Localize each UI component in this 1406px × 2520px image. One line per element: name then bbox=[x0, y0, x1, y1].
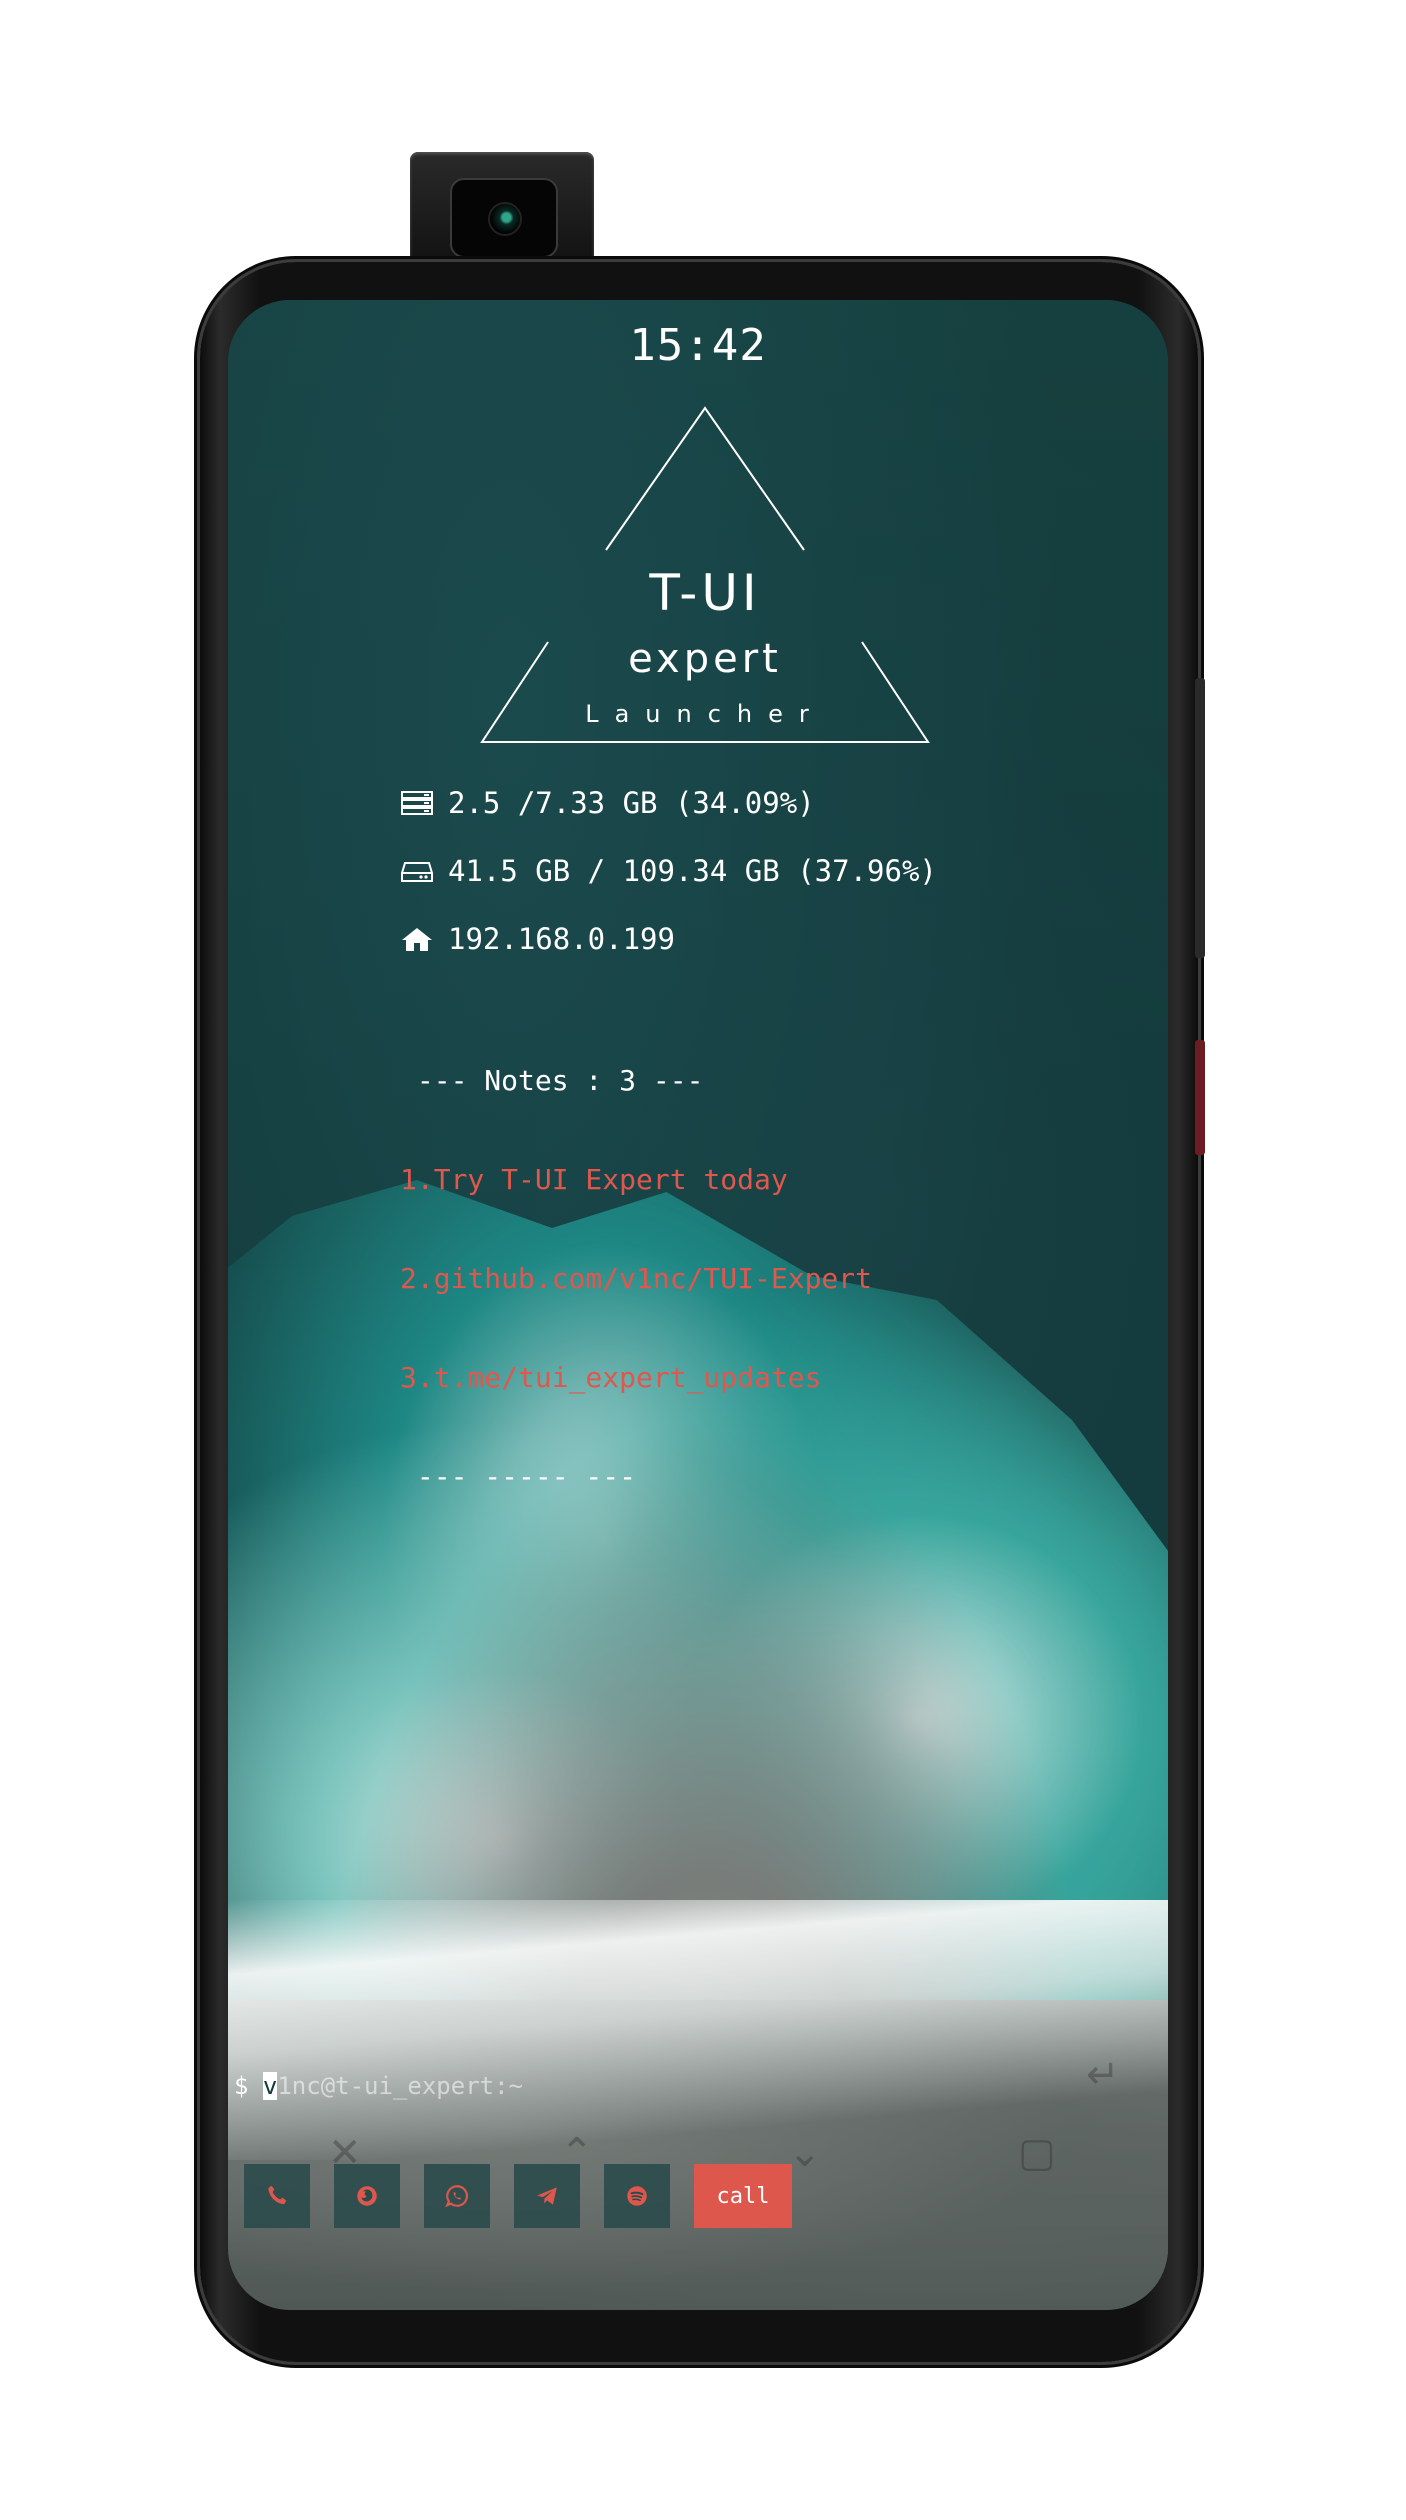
storage-usage-row: 41.5 GB / 109.34 GB (37.96%) bbox=[400, 854, 937, 888]
enter-icon[interactable]: ↵ bbox=[1086, 2052, 1120, 2098]
square-icon[interactable]: ▢ bbox=[1018, 2130, 1056, 2176]
spotify-icon bbox=[627, 2186, 647, 2206]
storage-usage-text: 41.5 GB / 109.34 GB (37.96%) bbox=[448, 854, 937, 888]
firefox-icon bbox=[357, 2186, 377, 2206]
telegram-icon bbox=[537, 2187, 557, 2205]
camera-lens-icon bbox=[488, 202, 522, 236]
note-item[interactable]: 2.github.com/v1nc/TUI-Expert bbox=[400, 1262, 872, 1295]
notes-header: --- Notes : 3 --- bbox=[400, 1064, 704, 1097]
power-button bbox=[1195, 1040, 1205, 1155]
ip-address-row: 192.168.0.199 bbox=[400, 922, 675, 956]
launcher-logo: T-UI expert Launcher bbox=[478, 404, 932, 746]
notes-footer: --- ----- --- bbox=[400, 1460, 637, 1493]
dock-button-whatsapp[interactable] bbox=[424, 2164, 490, 2228]
dock-button-firefox[interactable] bbox=[334, 2164, 400, 2228]
terminal-input[interactable]: $ v1nc@t-ui_expert:~ bbox=[234, 2072, 523, 2100]
call-button[interactable]: call bbox=[694, 2164, 792, 2228]
ip-address-text: 192.168.0.199 bbox=[448, 922, 675, 956]
logo-title: T-UI bbox=[649, 564, 761, 622]
dock-button-phone[interactable] bbox=[244, 2164, 310, 2228]
notes-panel: --- Notes : 3 --- 1.Try T-UI Expert toda… bbox=[400, 998, 872, 1559]
logo-caption: Launcher bbox=[585, 700, 825, 728]
volume-button bbox=[1195, 678, 1205, 958]
phone-screen: 15:42 T-UI expert Launcher 2.5 /7.33 GB … bbox=[228, 300, 1168, 2310]
memory-icon bbox=[400, 789, 434, 817]
home-icon bbox=[400, 925, 434, 953]
status-clock: 15:42 bbox=[629, 320, 767, 371]
camera-housing bbox=[450, 178, 558, 258]
wallpaper-foam bbox=[228, 1900, 1168, 2160]
note-item[interactable]: 3.t.me/tui_expert_updates bbox=[400, 1361, 872, 1394]
dock-button-telegram[interactable] bbox=[514, 2164, 580, 2228]
logo-subtitle: expert bbox=[628, 636, 782, 682]
ram-usage-text: 2.5 /7.33 GB (34.09%) bbox=[448, 786, 815, 820]
note-item[interactable]: 1.Try T-UI Expert today bbox=[400, 1163, 872, 1196]
prompt-symbol: $ bbox=[234, 2072, 263, 2100]
popup-camera bbox=[410, 152, 594, 272]
terminal-cursor: v bbox=[262, 2072, 278, 2100]
drive-icon bbox=[400, 857, 434, 885]
ram-usage-row: 2.5 /7.33 GB (34.09%) bbox=[400, 786, 815, 820]
whatsapp-icon bbox=[445, 2185, 468, 2208]
dock-button-spotify[interactable] bbox=[604, 2164, 670, 2228]
app-dock: call bbox=[244, 2164, 792, 2228]
phone-icon bbox=[268, 2185, 287, 2205]
terminal-user: 1nc@t-ui_expert:~ bbox=[277, 2072, 523, 2100]
chevron-down-icon[interactable]: ⌄ bbox=[788, 2130, 822, 2176]
